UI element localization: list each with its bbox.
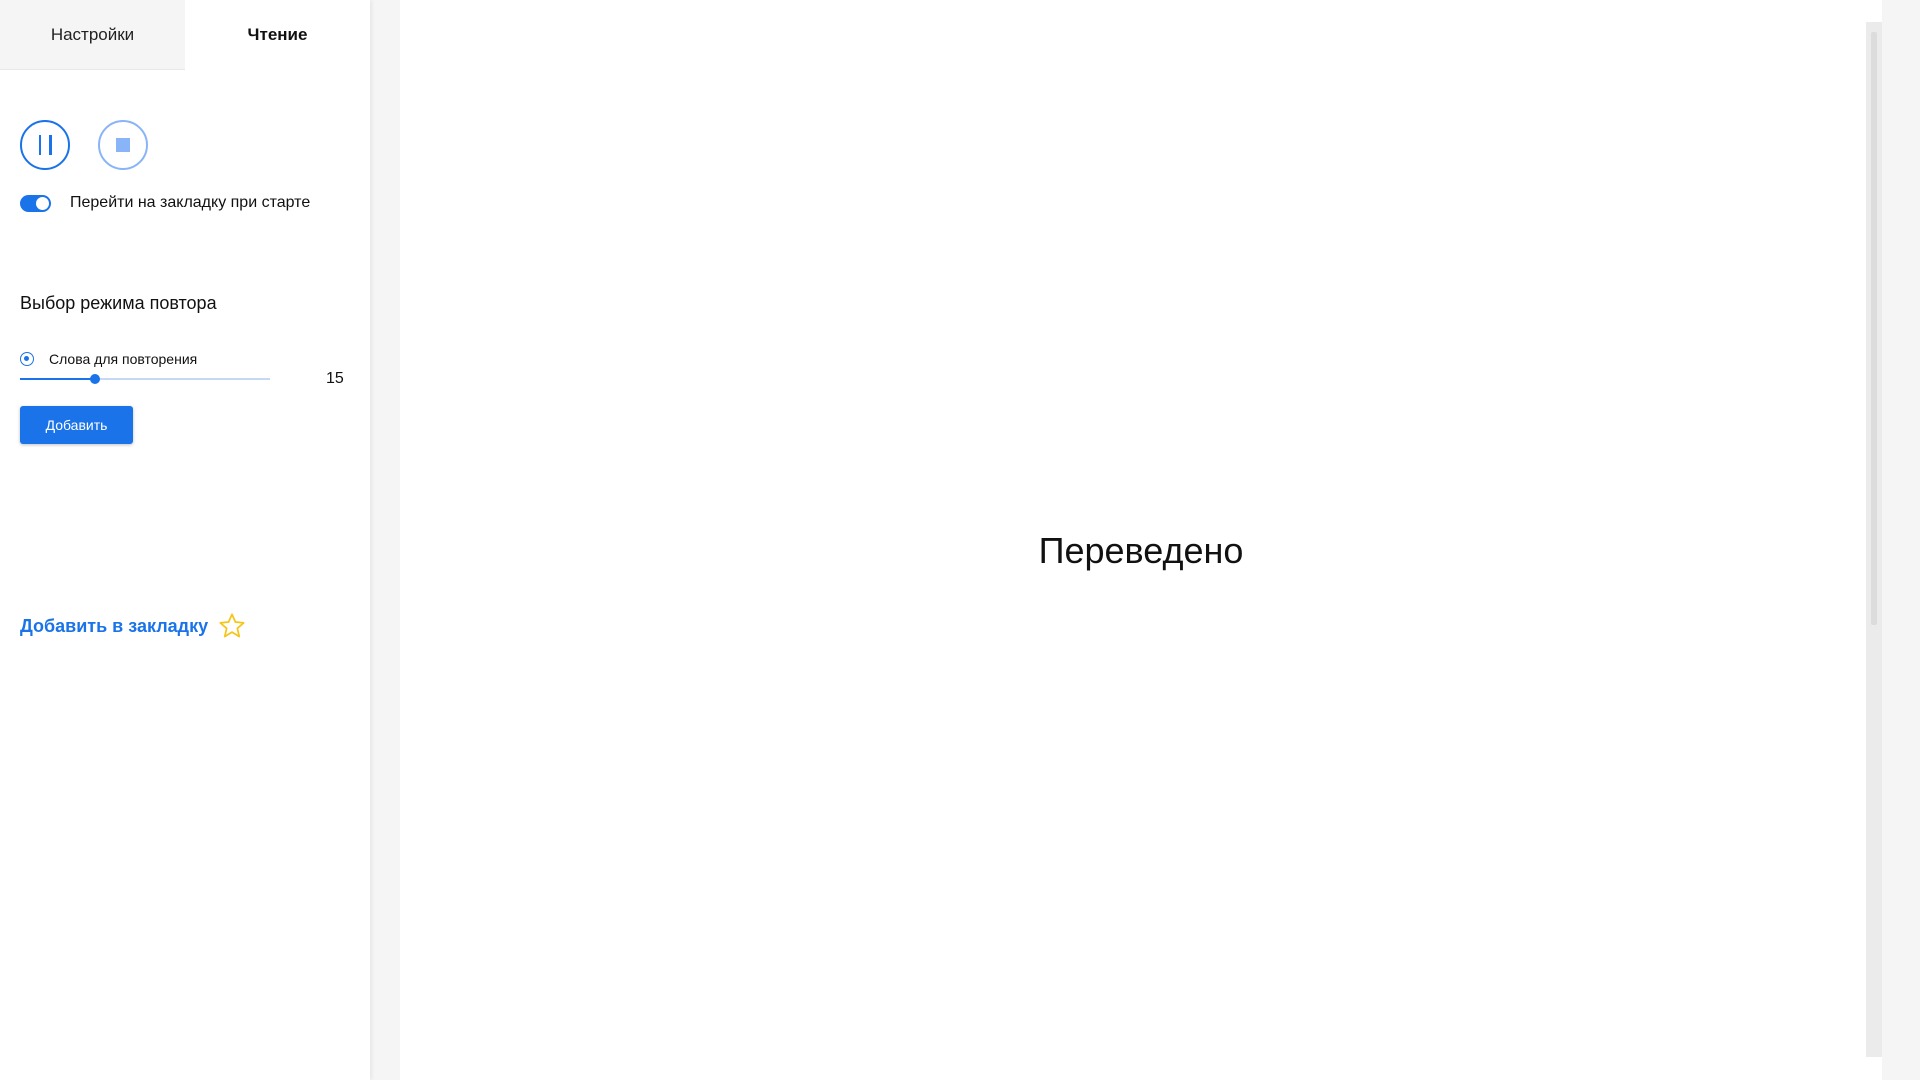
tab-settings[interactable]: Настройки bbox=[0, 0, 185, 70]
add-bookmark-label: Добавить в закладку bbox=[20, 615, 209, 636]
stop-icon bbox=[116, 138, 130, 152]
stop-button[interactable] bbox=[98, 120, 148, 170]
bookmark-on-start-toggle[interactable] bbox=[20, 194, 51, 212]
star-icon[interactable] bbox=[218, 612, 246, 640]
words-count-slider[interactable] bbox=[20, 372, 270, 386]
slider-value: 15 bbox=[326, 370, 344, 387]
add-bookmark-link[interactable]: Добавить в закладку bbox=[20, 612, 246, 640]
add-button[interactable]: Добавить bbox=[20, 406, 133, 444]
radio-label: Слова для повторения bbox=[49, 351, 198, 367]
pause-icon bbox=[38, 135, 52, 155]
translation-status: Переведено bbox=[1038, 530, 1244, 571]
slider-thumb[interactable] bbox=[90, 374, 100, 384]
sidebar: Настройки Чтение Перейти на закладку при… bbox=[0, 0, 370, 1080]
pause-button[interactable] bbox=[20, 120, 70, 170]
playback-controls bbox=[20, 120, 148, 170]
repeat-words-radio[interactable] bbox=[20, 352, 34, 366]
repeat-mode-title: Выбор режима повтора bbox=[20, 293, 217, 313]
translation-panel: Переведено bbox=[400, 0, 1882, 1080]
tab-bar: Настройки Чтение bbox=[0, 0, 370, 70]
scrollbar[interactable] bbox=[1866, 22, 1882, 1057]
bookmark-on-start-row: Перейти на закладку при старте bbox=[20, 194, 310, 212]
repeat-words-option: Слова для повторения bbox=[20, 351, 197, 367]
toggle-label: Перейти на закладку при старте bbox=[70, 194, 311, 211]
scrollbar-thumb[interactable] bbox=[1871, 32, 1877, 625]
tab-reading[interactable]: Чтение bbox=[185, 0, 370, 70]
